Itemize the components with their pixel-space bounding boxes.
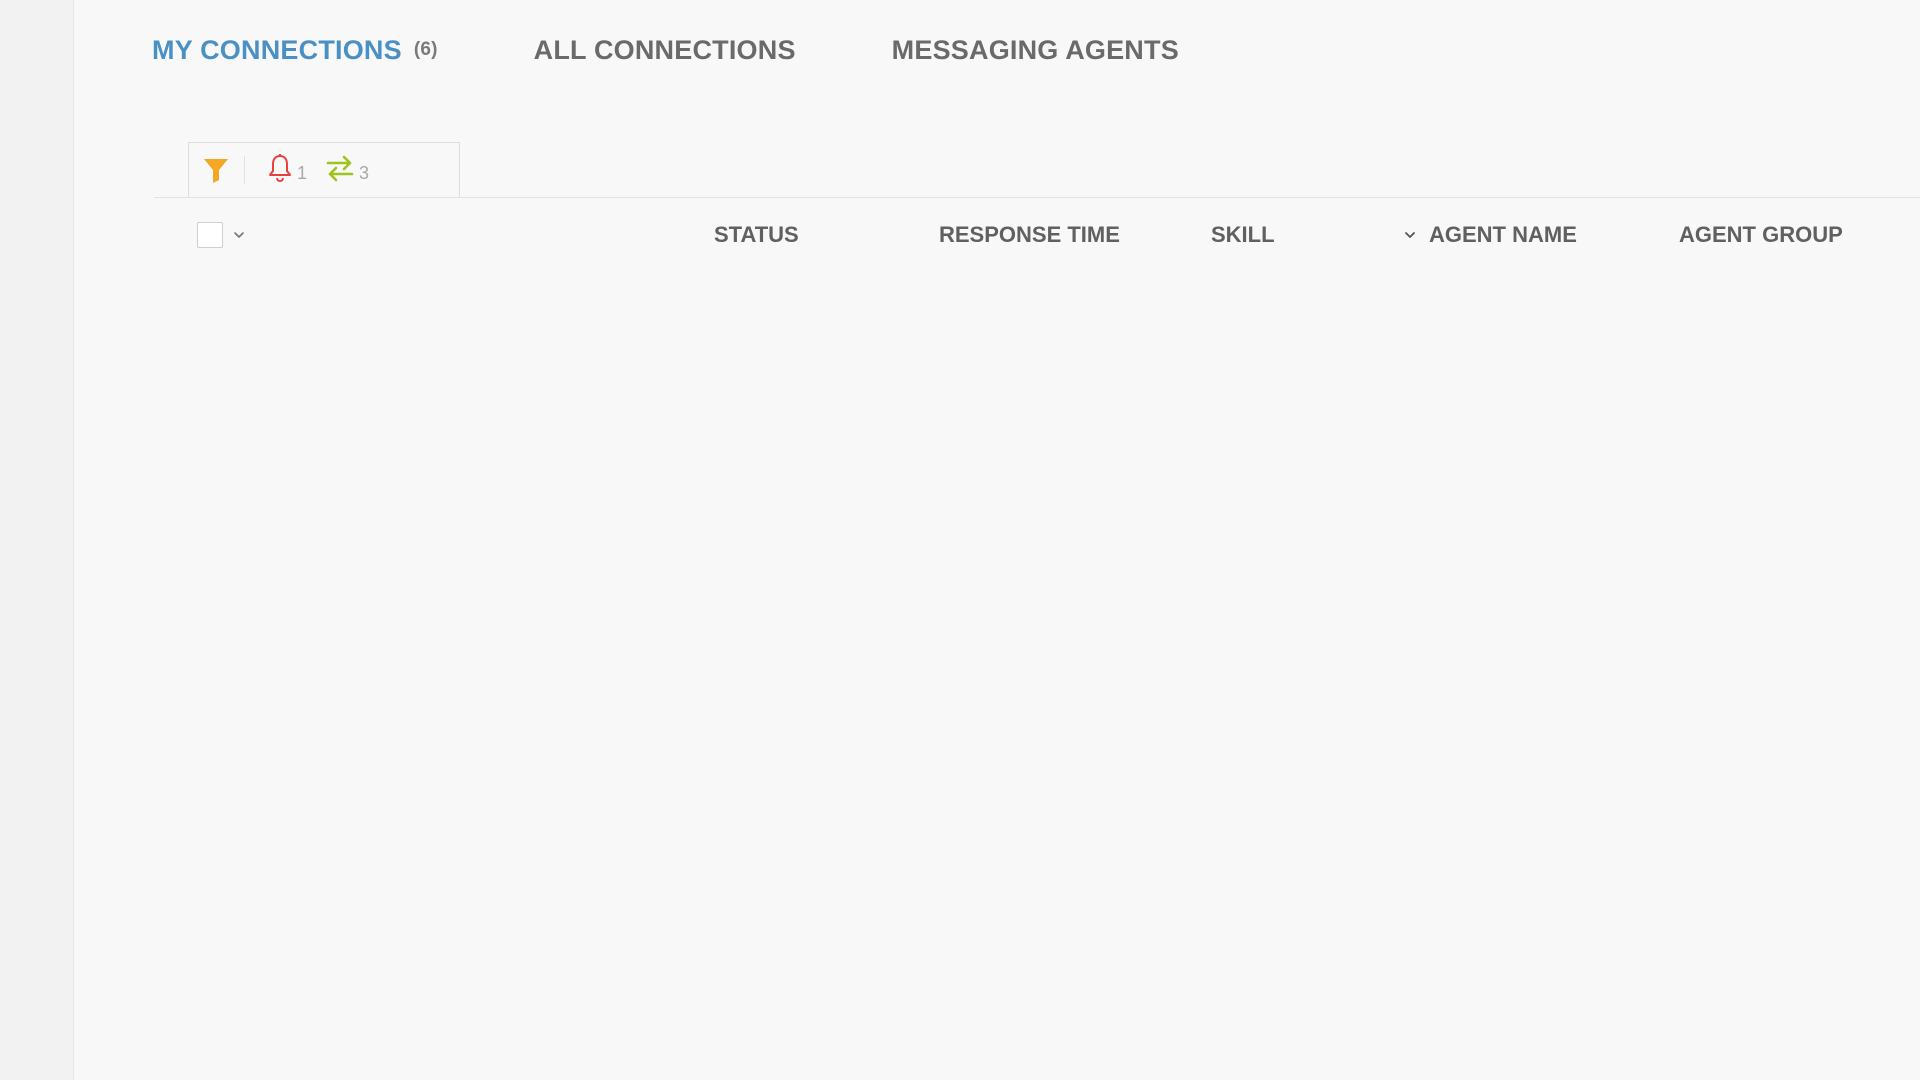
select-all-checkbox[interactable] bbox=[197, 222, 223, 248]
column-header-agent-name-label: AGENT NAME bbox=[1429, 222, 1577, 247]
alerts-filter-button[interactable]: 1 bbox=[267, 153, 307, 188]
column-header-response-time[interactable]: RESPONSE TIME bbox=[939, 222, 1120, 248]
tab-messaging-agents-label: MESSAGING AGENTS bbox=[891, 34, 1179, 65]
tab-all-connections-label: ALL CONNECTIONS bbox=[533, 34, 796, 65]
column-header-agent-group[interactable]: AGENT GROUP bbox=[1679, 222, 1843, 248]
column-header-agent-name[interactable]: AGENT NAME bbox=[1403, 222, 1577, 248]
toolbar-divider bbox=[244, 156, 245, 184]
tab-messaging-agents[interactable]: MESSAGING AGENTS bbox=[892, 35, 1179, 66]
header-divider bbox=[154, 197, 1920, 198]
transfers-filter-button[interactable]: 3 bbox=[325, 154, 369, 187]
filter-toolbar: 1 3 bbox=[188, 142, 460, 197]
chevron-down-icon[interactable] bbox=[232, 228, 246, 247]
connection-tabs: MY CONNECTIONS (6) ALL CONNECTIONS MESSA… bbox=[152, 30, 1179, 70]
tab-my-connections-label: MY CONNECTIONS bbox=[152, 34, 402, 65]
main-panel: MY CONNECTIONS (6) ALL CONNECTIONS MESSA… bbox=[74, 0, 1920, 1080]
funnel-icon[interactable] bbox=[202, 156, 230, 184]
transfers-count: 3 bbox=[359, 162, 370, 183]
tab-all-connections[interactable]: ALL CONNECTIONS bbox=[534, 35, 796, 66]
left-sidebar bbox=[0, 0, 74, 1080]
column-header-status[interactable]: STATUS bbox=[714, 222, 799, 248]
sort-descending-icon bbox=[1403, 228, 1417, 242]
transfer-arrows-icon bbox=[325, 154, 355, 187]
tab-my-connections-count: (6) bbox=[413, 39, 438, 60]
bell-icon bbox=[267, 153, 293, 188]
table-header: STATUS RESPONSE TIME SKILL AGENT NAME AG… bbox=[74, 218, 1920, 254]
alerts-count: 1 bbox=[297, 162, 308, 183]
column-header-skill[interactable]: SKILL bbox=[1211, 222, 1275, 248]
tab-my-connections[interactable]: MY CONNECTIONS (6) bbox=[152, 35, 438, 66]
